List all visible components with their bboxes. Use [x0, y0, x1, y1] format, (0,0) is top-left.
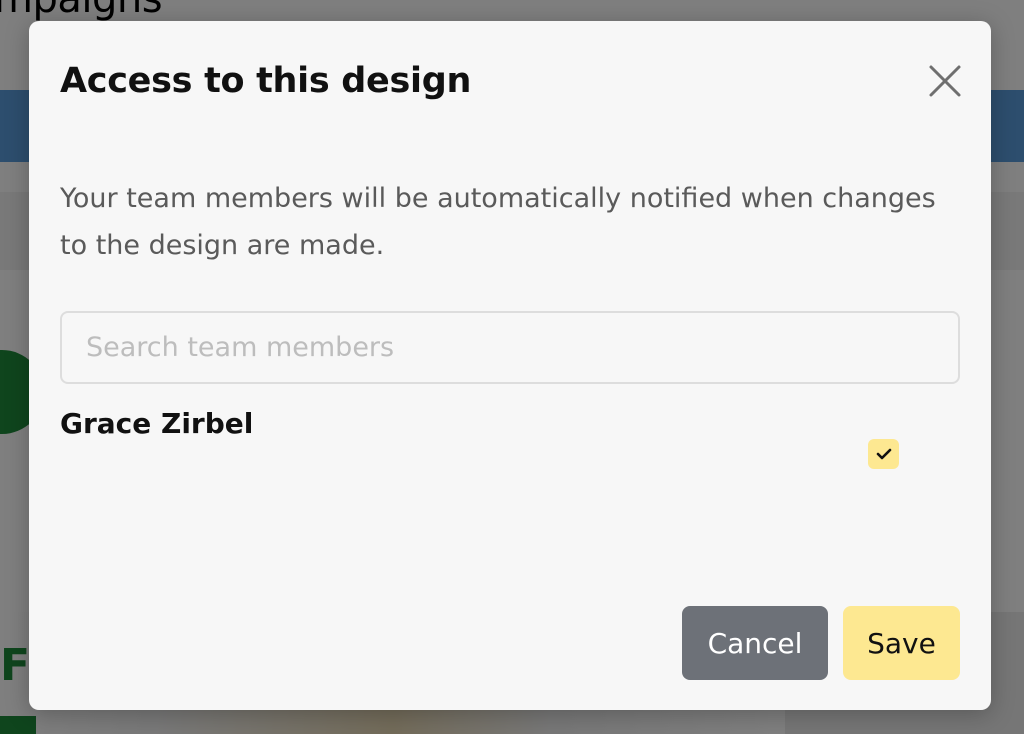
checkmark-icon	[876, 448, 891, 460]
cancel-button[interactable]: Cancel	[682, 606, 828, 680]
access-dialog: Access to this design Your team members …	[29, 21, 991, 710]
member-name: Grace Zirbel	[60, 407, 254, 440]
close-button[interactable]	[925, 61, 965, 101]
dialog-description: Your team members will be automatically …	[60, 183, 936, 261]
save-button[interactable]: Save	[843, 606, 960, 680]
search-team-members-input[interactable]	[60, 311, 960, 384]
member-checkbox[interactable]	[868, 439, 899, 469]
dialog-title: Access to this design	[60, 61, 472, 101]
close-icon	[929, 65, 961, 97]
